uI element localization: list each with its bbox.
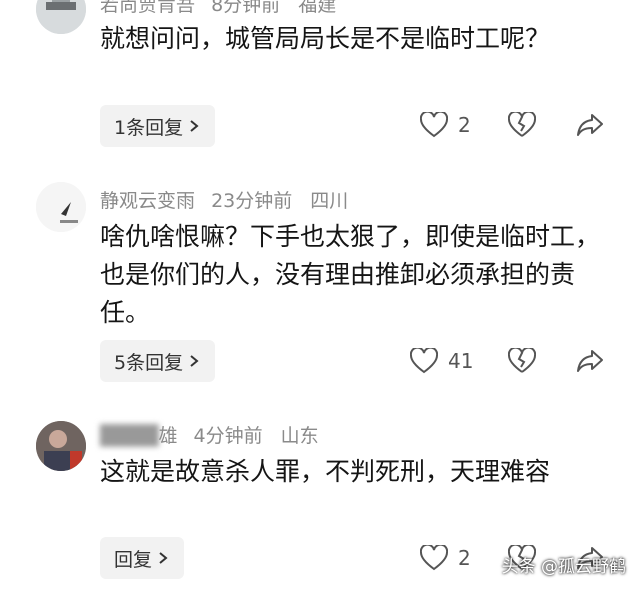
heart-outline-icon — [420, 112, 448, 138]
comment-meta: 静观云变雨 23分钟前 四川 — [100, 186, 348, 213]
reply-count-label: 5条回复 — [114, 351, 184, 374]
share-arrow-icon — [577, 350, 603, 372]
broken-heart-icon — [508, 112, 536, 137]
reply-label: 回复 — [114, 548, 153, 571]
author-name-hidden: ████ — [100, 425, 159, 447]
dislike-button[interactable] — [508, 348, 536, 374]
view-replies-button[interactable]: 1条回复 — [100, 105, 216, 147]
chevron-right-icon — [190, 355, 199, 367]
reply-count-label: 1条回复 — [114, 116, 184, 139]
dislike-button[interactable] — [508, 112, 536, 138]
heart-outline-icon — [410, 348, 438, 374]
comment-location: 四川 — [310, 190, 349, 212]
like-count: 2 — [458, 546, 471, 570]
chevron-right-icon — [190, 120, 199, 132]
heart-outline-icon — [420, 545, 448, 571]
reply-button[interactable]: 回复 — [100, 537, 185, 579]
like-count: 41 — [448, 349, 474, 373]
comment-meta: ████雄 4分钟前 山东 — [100, 421, 319, 448]
watermark: 头条 @孤云野鹤 — [501, 557, 626, 577]
author-name[interactable]: 雄 — [158, 425, 177, 447]
like-button[interactable]: 41 — [410, 348, 473, 374]
share-button[interactable] — [576, 112, 604, 138]
avatar[interactable] — [36, 421, 86, 471]
comment-location: 山东 — [280, 425, 319, 447]
view-replies-button[interactable]: 5条回复 — [100, 340, 216, 382]
chevron-right-icon — [159, 552, 168, 564]
comment-time: 4分钟前 — [193, 425, 263, 447]
share-arrow-icon — [577, 114, 603, 136]
like-button[interactable]: 2 — [420, 545, 471, 571]
comment-location: 福建 — [298, 0, 337, 16]
comment-time: 23分钟前 — [211, 190, 293, 212]
author-name[interactable]: 静观云变雨 — [100, 190, 195, 212]
avatar[interactable] — [36, 182, 86, 232]
comment-time: 8分钟前 — [211, 0, 281, 16]
like-count: 2 — [458, 113, 471, 137]
comment-text: 啥仇啥恨嘛？下手也太狠了，即使是临时工，也是你们的人，没有理由推卸必须承担的责任… — [100, 222, 601, 327]
avatar[interactable] — [36, 0, 86, 34]
comment-meta: 若尚贾肯吾 8分钟前 福建 — [100, 0, 336, 17]
author-name[interactable]: 若尚贾肯吾 — [100, 0, 195, 16]
share-button[interactable] — [576, 348, 604, 374]
comment-text: 就想问问，城管局局长是不是临时工呢？ — [100, 24, 551, 53]
like-button[interactable]: 2 — [420, 112, 471, 138]
broken-heart-icon — [508, 348, 536, 373]
comment-text: 这就是故意杀人罪，不判死刑，天理难容 — [100, 457, 551, 486]
